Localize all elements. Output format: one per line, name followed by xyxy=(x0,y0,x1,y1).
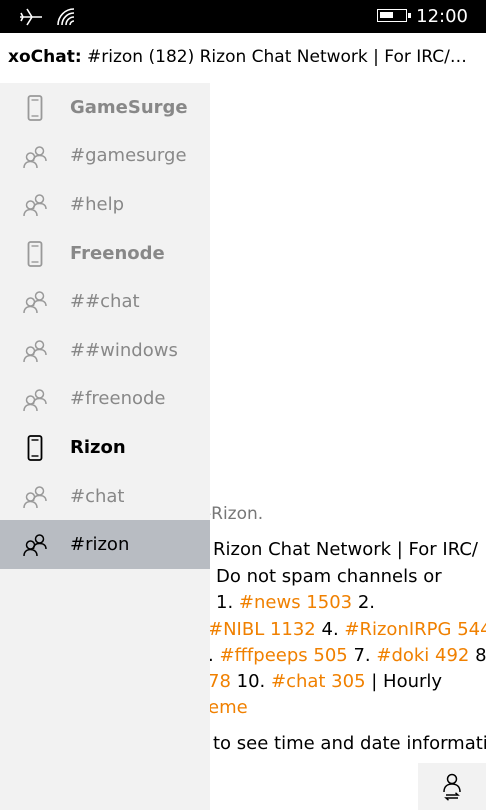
chat-line: eme xyxy=(208,695,486,722)
clock: 12:00 xyxy=(416,6,468,27)
sidebar-item-label: Freenode xyxy=(70,242,165,264)
chat-line: Do not spam channels or xyxy=(216,566,442,587)
chat-text: 7. xyxy=(347,645,377,666)
channel-link[interactable]: #news 1503 xyxy=(239,592,352,613)
chat-text: 8. xyxy=(475,645,486,666)
sidebar-item-label: #rizon xyxy=(70,534,130,556)
battery-icon xyxy=(377,9,411,22)
airplane-icon xyxy=(18,0,44,33)
users-icon xyxy=(22,338,48,364)
sidebar-item-label: #freenode xyxy=(70,388,166,410)
phone-icon xyxy=(22,240,48,267)
sidebar-item-label: #chat xyxy=(70,485,125,507)
chat-line: #NIBL 1132 4. #RizonIRPG 544 xyxy=(208,617,486,644)
channel-pane: GameSurge #gamesurge #help Freenode ##chat ##… xyxy=(0,83,210,810)
sidebar-item-freenode[interactable]: #freenode xyxy=(0,375,210,424)
channel-link[interactable]: #NIBL 1132 xyxy=(208,619,316,640)
sidebar-item-label: ##chat xyxy=(70,291,140,313)
users-icon xyxy=(22,192,48,218)
channel-link[interactable]: 78 xyxy=(208,671,231,692)
sidebar-item-rizon[interactable]: Rizon xyxy=(0,423,210,472)
message-input[interactable] xyxy=(210,763,418,810)
sidebar-item-chat[interactable]: ##chat xyxy=(0,277,210,326)
chat-line: 78 10. #chat 305 | Hourly xyxy=(208,669,486,696)
channel-topic: #rizon (182) Rizon Chat Network | For IR… xyxy=(87,47,478,67)
sidebar-item-freenode[interactable]: Freenode xyxy=(0,229,210,278)
users-icon xyxy=(22,289,48,315)
channel-link[interactable]: #chat 305 xyxy=(271,671,366,692)
users-icon xyxy=(22,144,48,170)
sidebar-item-gamesurge[interactable]: #gamesurge xyxy=(0,132,210,181)
status-bar: 12:00 xyxy=(0,0,486,33)
sidebar-item-label: #gamesurge xyxy=(70,145,187,167)
sidebar-item-label: GameSurge xyxy=(70,96,188,118)
title-bar: xoChat: #rizon (182) Rizon Chat Network … xyxy=(0,33,486,83)
app-name: xoChat: xyxy=(8,47,82,67)
channel-title: xoChat: #rizon (182) Rizon Chat Network … xyxy=(8,47,478,67)
sidebar-item-gamesurge[interactable]: GameSurge xyxy=(0,83,210,132)
wifi-icon xyxy=(56,0,78,33)
phone-icon xyxy=(22,95,48,121)
chat-text: 4. xyxy=(315,619,345,640)
channel-link[interactable]: #fffpeeps 505 xyxy=(219,645,347,666)
sidebar-item-windows[interactable]: ##windows xyxy=(0,326,210,375)
chat-line: to see time and date informati… xyxy=(213,733,486,754)
chat-text: 1. xyxy=(216,592,239,613)
chat-line: . #fffpeeps 505 7. #doki 492 8. xyxy=(208,643,486,670)
channel-link[interactable]: #RizonIRPG 544 xyxy=(344,619,486,640)
chat-text: 2. xyxy=(352,592,376,613)
sidebar-item-label: ##windows xyxy=(70,339,178,361)
chat-line: -Rizon. xyxy=(205,504,264,524)
chat-text: 10. xyxy=(230,671,271,692)
phone-icon xyxy=(22,435,48,462)
users-icon xyxy=(22,532,48,558)
channel-link[interactable]: #doki 492 xyxy=(376,645,469,666)
chat-text: | Hourly xyxy=(365,671,443,692)
chat-line: 1. #news 1503 2. xyxy=(216,590,486,617)
channel-link[interactable]: eme xyxy=(208,697,248,718)
chat-line: Rizon Chat Network | For IRC/ xyxy=(213,539,478,560)
sidebar-item-chat[interactable]: #chat xyxy=(0,472,210,521)
switch-users-icon[interactable] xyxy=(434,770,470,804)
sidebar-item-rizon[interactable]: #rizon xyxy=(0,520,210,569)
sidebar-item-label: Rizon xyxy=(70,436,126,458)
sidebar-item-label: #help xyxy=(70,193,124,215)
users-icon xyxy=(22,387,48,413)
sidebar-item-help[interactable]: #help xyxy=(0,180,210,229)
users-icon xyxy=(22,484,48,510)
